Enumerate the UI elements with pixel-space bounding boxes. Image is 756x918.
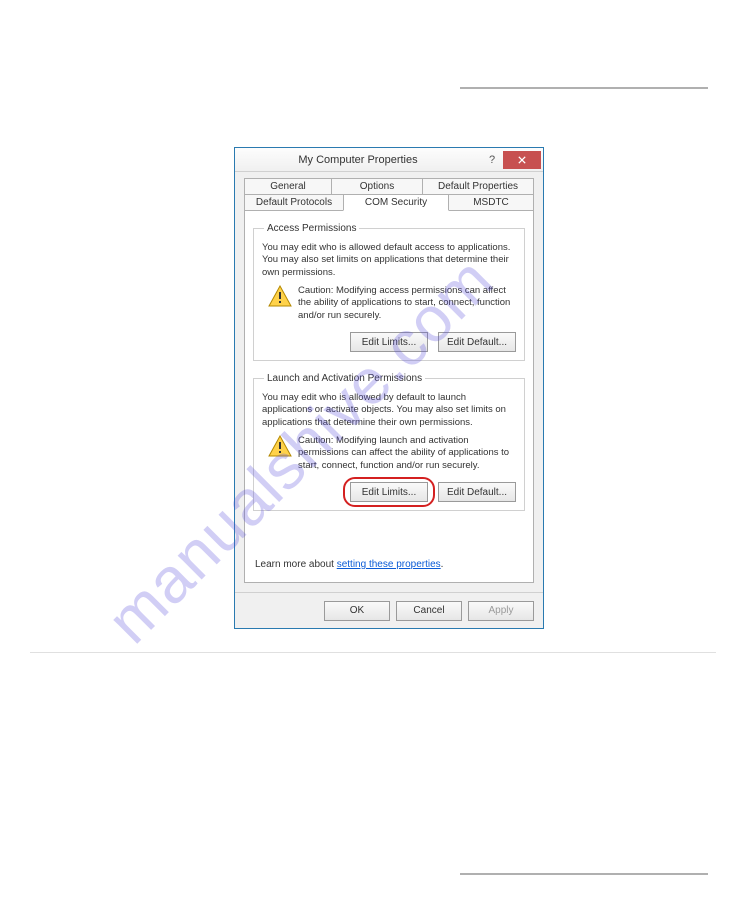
close-button[interactable] <box>503 151 541 169</box>
launch-legend: Launch and Activation Permissions <box>264 373 425 384</box>
tab-general[interactable]: General <box>244 178 332 195</box>
content-divider <box>30 652 716 653</box>
ok-button[interactable]: OK <box>324 601 390 621</box>
apply-button[interactable]: Apply <box>468 601 534 621</box>
dialog-footer: OK Cancel Apply <box>235 592 543 628</box>
tab-msdtc[interactable]: MSDTC <box>448 194 534 211</box>
tab-com-security[interactable]: COM Security <box>343 194 449 211</box>
launch-edit-default-button[interactable]: Edit Default... <box>438 482 516 502</box>
help-button[interactable]: ? <box>481 154 503 166</box>
launch-caution: Caution: Modifying launch and activation… <box>268 435 516 472</box>
header-rule <box>460 87 708 89</box>
tab-default-protocols[interactable]: Default Protocols <box>244 194 344 211</box>
access-edit-default-button[interactable]: Edit Default... <box>438 332 516 352</box>
learn-more-link[interactable]: setting these properties <box>337 559 441 570</box>
access-legend: Access Permissions <box>264 223 359 234</box>
launch-caution-text: Caution: Modifying launch and activation… <box>298 435 516 472</box>
dialog-title: My Computer Properties <box>235 154 481 166</box>
launch-permissions-group: Launch and Activation Permissions You ma… <box>253 373 525 511</box>
launch-edit-limits-button[interactable]: Edit Limits... <box>350 482 428 502</box>
access-description: You may edit who is allowed default acce… <box>262 242 516 279</box>
tab-row-1: General Options Default Properties <box>244 178 534 195</box>
tab-options[interactable]: Options <box>331 178 423 195</box>
launch-description: You may edit who is allowed by default t… <box>262 392 516 429</box>
learn-suffix: . <box>441 559 444 570</box>
access-edit-limits-button[interactable]: Edit Limits... <box>350 332 428 352</box>
titlebar: My Computer Properties ? <box>235 148 543 172</box>
tab-default-properties[interactable]: Default Properties <box>422 178 534 195</box>
learn-prefix: Learn more about <box>255 559 337 570</box>
close-icon <box>518 156 526 164</box>
warning-icon <box>268 285 292 307</box>
footer-rule <box>460 873 708 875</box>
access-caution: Caution: Modifying access permissions ca… <box>268 285 516 322</box>
tab-row-2: Default Protocols COM Security MSDTC <box>244 194 534 211</box>
access-permissions-group: Access Permissions You may edit who is a… <box>253 223 525 361</box>
properties-dialog: My Computer Properties ? General Options… <box>234 147 544 629</box>
access-caution-text: Caution: Modifying access permissions ca… <box>298 285 516 322</box>
warning-icon <box>268 435 292 457</box>
tab-panel: Access Permissions You may edit who is a… <box>244 211 534 583</box>
cancel-button[interactable]: Cancel <box>396 601 462 621</box>
learn-more: Learn more about setting these propertie… <box>255 559 443 570</box>
